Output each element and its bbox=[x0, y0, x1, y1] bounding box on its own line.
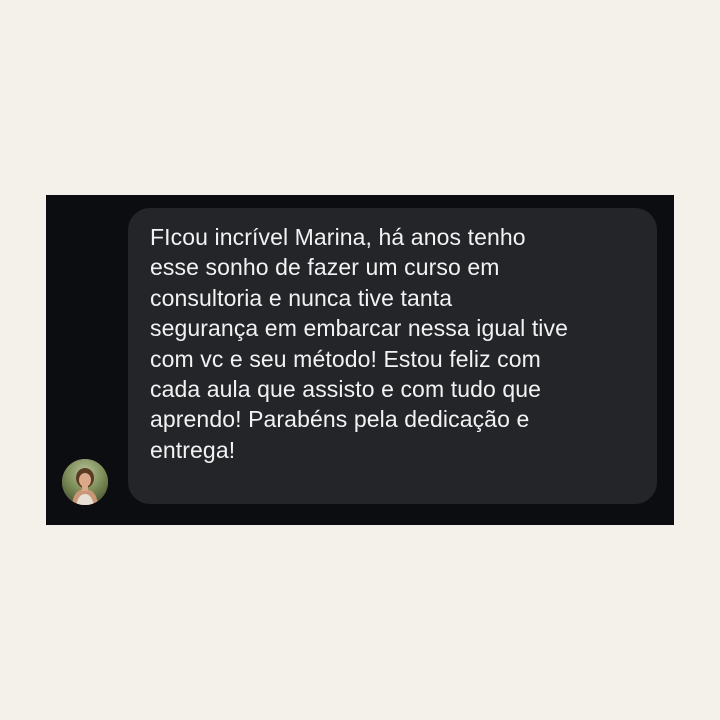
message-line: entrega! bbox=[150, 436, 236, 463]
message-line: aprendo! Parabéns pela dedicação e bbox=[150, 406, 530, 433]
avatar[interactable] bbox=[62, 459, 108, 505]
message-line: FIcou incrível Marina, há anos tenho bbox=[150, 224, 526, 250]
message-line: cada aula que assisto e com tudo que bbox=[150, 376, 542, 403]
message-line: esse sonho de fazer um curso em bbox=[150, 254, 500, 281]
message-text: FIcou incrível Marina, há anos tenho ess… bbox=[150, 222, 637, 465]
message-line: consultoria e nunca tive tanta bbox=[150, 284, 453, 311]
chat-panel: FIcou incrível Marina, há anos tenho ess… bbox=[46, 195, 674, 525]
profile-photo-icon bbox=[62, 459, 108, 505]
message-bubble[interactable]: FIcou incrível Marina, há anos tenho ess… bbox=[128, 208, 657, 504]
message-line: com vc e seu método! Estou feliz com bbox=[150, 345, 541, 372]
message-line: segurança em embarcar nessa igual tive bbox=[150, 315, 569, 342]
